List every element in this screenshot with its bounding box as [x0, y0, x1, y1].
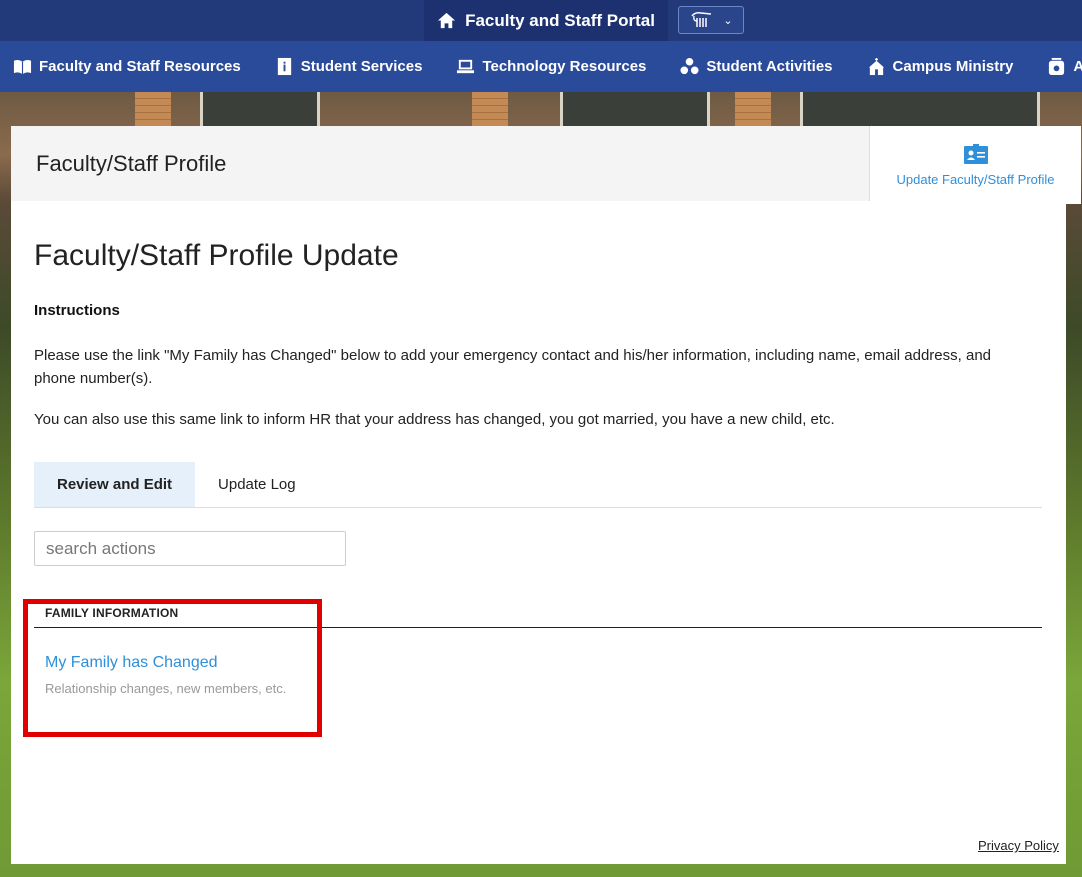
- tab-update-log[interactable]: Update Log: [195, 462, 319, 507]
- nav-item-athletics[interactable]: Athletics: [1047, 57, 1082, 76]
- nav-item-student-activities[interactable]: Student Activities: [680, 57, 833, 76]
- book-icon: [13, 60, 32, 75]
- portal-title: Faculty and Staff Portal: [465, 10, 655, 30]
- update-profile-button[interactable]: Update Faculty/Staff Profile: [869, 126, 1081, 204]
- page-header: Faculty/Staff Profile: [11, 126, 869, 201]
- nav-label: Student Activities: [706, 58, 833, 75]
- building-window: [800, 92, 1040, 126]
- update-profile-label: Update Faculty/Staff Profile: [896, 171, 1055, 187]
- university-logo-dropdown[interactable]: ⌄: [678, 6, 744, 34]
- main-nav: Faculty and Staff Resources Student Serv…: [0, 41, 1082, 92]
- nav-label: Campus Ministry: [892, 58, 1014, 75]
- nav-label: Technology Resources: [482, 58, 647, 75]
- chapel-icon: [868, 57, 884, 76]
- id-card-icon: [963, 143, 988, 164]
- portal-home-tab[interactable]: Faculty and Staff Portal: [424, 0, 668, 41]
- tab-bar: Review and Edit Update Log: [34, 462, 1042, 508]
- nav-item-faculty-staff-resources[interactable]: Faculty and Staff Resources: [13, 57, 241, 76]
- highlight-box: [23, 599, 322, 737]
- building-window: [200, 92, 320, 126]
- page-title: Faculty/Staff Profile Update: [34, 239, 399, 272]
- instructions-heading: Instructions: [34, 302, 120, 319]
- trophy-icon: [1049, 57, 1065, 76]
- nav-label: Athletics: [1073, 58, 1082, 75]
- page-header-title: Faculty/Staff Profile: [36, 150, 227, 176]
- instructions-text: Please use the link "My Family has Chang…: [34, 347, 991, 387]
- info-icon: [277, 57, 291, 76]
- chevron-down-icon: ⌄: [723, 14, 733, 27]
- laptop-icon: [457, 59, 475, 74]
- nav-item-campus-ministry[interactable]: Campus Ministry: [867, 57, 1014, 76]
- search-actions-input[interactable]: [34, 531, 346, 566]
- tab-review-and-edit[interactable]: Review and Edit: [34, 462, 196, 507]
- nav-item-student-services[interactable]: Student Services: [275, 57, 423, 76]
- university-logo-icon: [691, 12, 712, 27]
- portal-top-bar: Faculty and Staff Portal ⌄: [0, 0, 1082, 41]
- home-icon: [438, 12, 456, 29]
- building-window: [560, 92, 710, 126]
- privacy-policy-link[interactable]: Privacy Policy: [978, 838, 1059, 853]
- instructions-text: You can also use this same link to infor…: [34, 411, 835, 428]
- nav-label: Faculty and Staff Resources: [39, 58, 241, 75]
- people-icon: [680, 57, 699, 75]
- nav-label: Student Services: [300, 58, 423, 75]
- main-content: Faculty/Staff Profile Update Instruction…: [11, 201, 1066, 864]
- nav-item-technology-resources[interactable]: Technology Resources: [456, 57, 646, 76]
